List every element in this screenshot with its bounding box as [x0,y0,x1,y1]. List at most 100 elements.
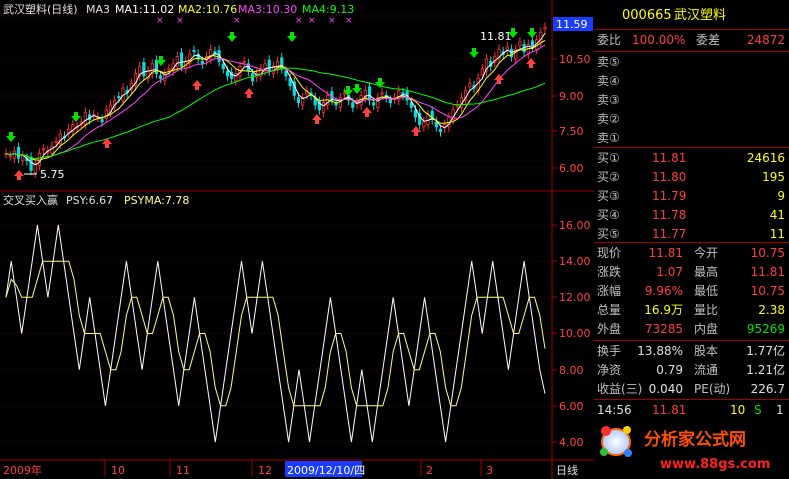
price-tick-label: 7.50 [559,125,584,138]
date-label-11: 11 [176,464,190,477]
sell-label: 卖④ [597,74,620,88]
quote-label: 最低 [694,284,719,298]
fund-label: 净资 [597,363,622,377]
buy-row: 买① 11.81 24616 [594,148,789,168]
date-label-3: 3 [486,464,493,477]
candle-body [225,70,230,77]
date-label-year: 2009年 [3,463,42,477]
buy-row: 买② 11.80 195 [594,167,789,187]
sell-label: 卖③ [597,93,620,107]
candle-body [54,140,58,143]
candle-body [100,119,104,123]
quote-row: 总量 16.9万 量比 2.38 [594,300,789,320]
current-price-value: 11.59 [556,18,588,31]
candle-body [388,99,393,104]
candle-body [192,50,196,53]
fund-row: 收益(三) 0.040 PE(动) 226.7 [594,379,789,399]
psy-tick-label: 8.00 [559,364,584,377]
indicator-name: 交叉买入赢 [3,193,58,207]
svg-text:×: × [156,16,164,26]
buy-label: 买② [597,170,620,184]
weibi-value: 100.00% [632,33,686,47]
buy-label: 买③ [597,189,620,203]
fund-value: 13.88% [637,344,683,358]
site-logo[interactable]: 分析家公式网 www.88gs.com [594,418,789,479]
fund-value: 1.77亿 [746,344,785,358]
quote-value: 2.38 [758,303,785,317]
psy-tick-label: 4.00 [559,436,584,449]
price-tick-label: 10.50 [559,53,591,66]
weicha-value: 24872 [746,33,785,47]
candle-body [530,40,535,48]
candle-body [380,92,384,95]
candle-body [422,121,426,128]
fund-row: 换手 13.88% 股本 1.77亿 [594,341,789,361]
stock-name: 武汉塑料 [674,8,727,23]
buy-label: 买① [597,151,620,165]
candle-body [234,73,238,82]
psy-tick-label: 12.00 [559,291,591,304]
candle-body [117,96,121,99]
candle-body [434,121,438,128]
price-tick-label: 9.00 [559,90,584,103]
sell-label: 卖② [597,112,620,126]
candle-body [142,62,146,77]
candle-body [543,26,547,30]
candle-body [12,150,16,159]
ma3-value: MA3:10.30 [238,3,297,16]
fund-row: 净资 0.79 流通 1.21亿 [594,360,789,380]
candle-body [455,104,459,107]
tick-count: 1 [776,403,784,417]
quote-value: 16.9万 [644,303,683,317]
date-label-10: 10 [111,464,125,477]
fund-label: PE(动) [694,382,731,396]
candle-body [21,155,25,162]
weicha-label: 委差 [696,33,721,47]
quote-label: 外盘 [597,322,622,336]
candle-body [296,97,301,103]
sell-row: 卖⑤ [594,52,789,72]
quote-value: 73285 [644,322,683,336]
sell-row: 卖④ [594,71,789,91]
svg-text:×: × [176,16,184,26]
candle-body [179,52,184,67]
fund-label: 换手 [597,344,622,358]
candle-body [468,82,472,88]
quote-label: 现价 [597,246,622,260]
chart-area[interactable]: 武汉塑料(日线) MA3 MA1:11.02 MA2:10.76 MA3:10.… [0,0,594,479]
ma1-value: MA1:11.02 [115,3,174,16]
tick-row: 14:56 11.81 10 S 1 [594,400,789,420]
candle-body [342,92,347,95]
quote-value: 10.75 [750,284,785,298]
quote-label: 今开 [694,246,719,260]
chart-title: 武汉塑料(日线) [3,2,78,16]
buy-volume: 9 [777,189,785,203]
psy-tick-label: 10.00 [559,327,591,340]
fund-value: 226.7 [750,382,785,396]
fund-label: 收益(三) [597,382,643,396]
weibi-row: 委比 100.00% 委差 24872 [594,30,789,50]
sell-label: 卖⑤ [597,55,620,69]
quote-value: 95269 [746,322,785,336]
candle-body [367,86,372,101]
svg-text:×: × [295,16,303,26]
buy-price: 11.78 [652,208,687,222]
sell-row: 卖② [594,109,789,129]
buy-row: 买⑤ 11.77 11 [594,224,789,244]
quote-value: 1.07 [656,265,683,279]
candle-body [284,70,288,77]
logo-url: www.88gs.com [660,457,770,472]
ma4-value: MA4:9.13 [302,3,354,16]
tick-price: 11.81 [652,403,687,417]
candle-body [518,41,522,47]
ma2-value: MA2:10.76 [178,3,237,16]
candle-body [480,68,484,76]
psy-tick-label: 14.00 [559,255,591,268]
quote-row: 涨跌 1.07 最高 11.81 [594,262,789,282]
fund-value: 1.21亿 [746,363,785,377]
candle-body [413,109,418,118]
svg-text:×: × [345,16,353,26]
psyma-value: PSYMA:7.78 [124,194,189,207]
fund-value: 0.79 [656,363,683,377]
period-label[interactable]: 日线 [556,463,578,477]
